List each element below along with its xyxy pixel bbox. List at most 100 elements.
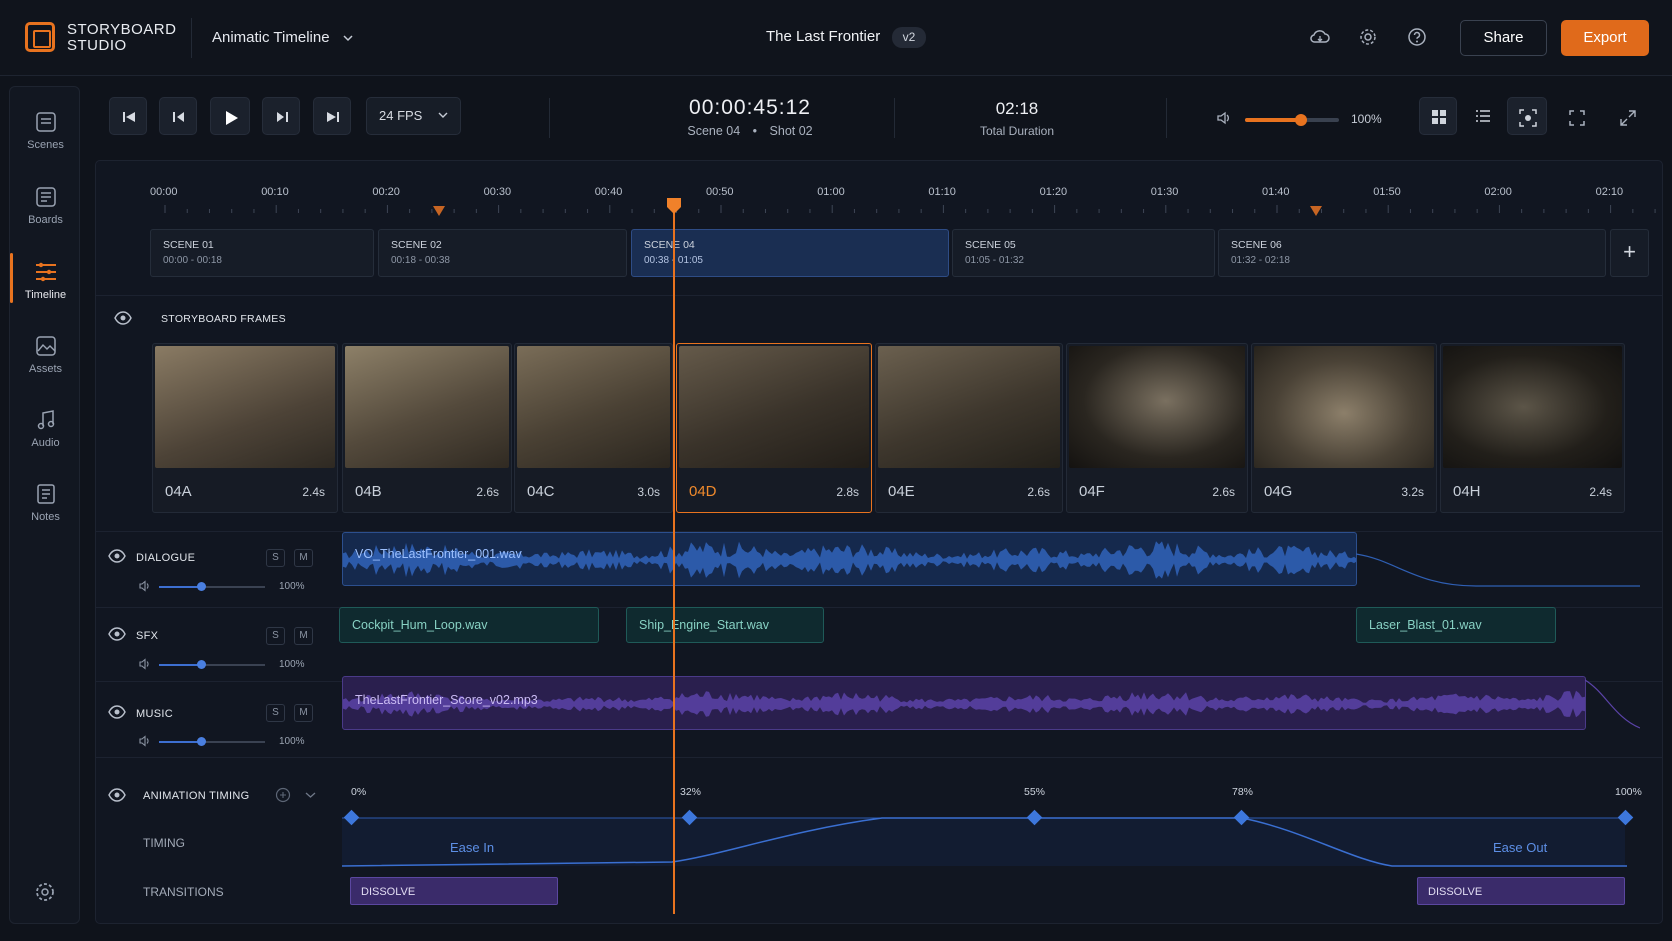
- fade-out-curve: [1585, 679, 1640, 729]
- sidebar-item-notes[interactable]: Notes: [10, 469, 81, 535]
- brand-logo: STORYBOARD STUDIO: [67, 22, 176, 54]
- scene-block[interactable]: SCENE 02 00:18 - 00:38: [378, 229, 627, 277]
- storyboard-frame-active[interactable]: 04D 2.8s: [676, 343, 872, 513]
- track-volume-slider[interactable]: [159, 660, 265, 669]
- frame-id: 04H: [1453, 483, 1481, 500]
- volume-icon[interactable]: [1216, 110, 1232, 126]
- track-volume-value: 100%: [279, 659, 305, 670]
- chevron-down-icon: [438, 112, 448, 118]
- step-forward-button[interactable]: [262, 97, 300, 135]
- solo-button[interactable]: S: [266, 549, 285, 567]
- storyboard-frame[interactable]: 04A 2.4s: [152, 343, 338, 513]
- mute-button[interactable]: M: [294, 704, 313, 722]
- timing-curve[interactable]: [342, 800, 1642, 870]
- ruler-label: 02:10: [1595, 186, 1624, 198]
- volume-icon[interactable]: [139, 658, 152, 670]
- storyboard-frame[interactable]: 04G 3.2s: [1251, 343, 1437, 513]
- track-volume-slider[interactable]: [159, 582, 265, 591]
- share-button[interactable]: Share: [1460, 20, 1547, 56]
- track-volume-value: 100%: [279, 581, 305, 592]
- view-switcher[interactable]: Animatic Timeline: [212, 29, 354, 46]
- clip-name: Cockpit_Hum_Loop.wav: [352, 618, 488, 632]
- help-icon[interactable]: [1407, 27, 1427, 47]
- ruler-label: 00:40: [594, 186, 623, 198]
- divider: [96, 295, 1662, 296]
- grid-view-button[interactable]: [1419, 97, 1457, 135]
- track-name: MUSIC: [136, 708, 173, 720]
- master-volume-slider[interactable]: [1245, 114, 1339, 126]
- version-badge: v2: [892, 27, 926, 48]
- top-bar: STORYBOARD STUDIO Animatic Timeline The …: [0, 0, 1672, 76]
- export-button[interactable]: Export: [1561, 20, 1649, 56]
- list-view-button[interactable]: [1464, 97, 1502, 135]
- transition-block[interactable]: DISSOLVE: [1417, 877, 1625, 905]
- fps-value: 24 FPS: [379, 108, 423, 123]
- eye-icon[interactable]: [108, 705, 126, 719]
- solo-button[interactable]: S: [266, 704, 285, 722]
- skip-end-icon: [327, 112, 339, 122]
- ruler-label: 00:10: [261, 186, 289, 198]
- mute-button[interactable]: M: [294, 549, 313, 567]
- storyboard-frame[interactable]: 04E 2.6s: [875, 343, 1063, 513]
- animation-timing-title: ANIMATION TIMING: [143, 790, 250, 802]
- sidebar-item-timeline[interactable]: Timeline: [10, 247, 81, 313]
- marker-icon[interactable]: [1310, 206, 1322, 218]
- frame-duration: 2.4s: [302, 485, 325, 499]
- master-volume-knob[interactable]: [1295, 114, 1308, 126]
- music-clip[interactable]: TheLastFrontier_Score_v02.mp3: [342, 676, 1586, 730]
- track-volume-slider[interactable]: [159, 737, 265, 746]
- sidebar-item-scenes[interactable]: Scenes: [10, 97, 81, 163]
- settings-gear-icon[interactable]: [34, 881, 56, 903]
- scene-block[interactable]: SCENE 01 00:00 - 00:18: [150, 229, 374, 277]
- frame-duration: 2.6s: [1027, 485, 1050, 499]
- fit-screen-icon[interactable]: [1569, 110, 1585, 126]
- sidebar-item-audio[interactable]: Audio: [10, 395, 81, 461]
- play-button[interactable]: [210, 97, 250, 135]
- expand-icon[interactable]: [1620, 110, 1636, 126]
- skip-to-end-button[interactable]: [313, 97, 351, 135]
- eye-icon[interactable]: [114, 311, 132, 325]
- fps-select[interactable]: 24 FPS: [366, 97, 461, 135]
- cloud-sync-icon[interactable]: [1309, 27, 1331, 47]
- eye-icon[interactable]: [108, 788, 126, 802]
- track-volume-fill: [159, 586, 202, 588]
- gear-icon[interactable]: [1358, 27, 1378, 47]
- assets-icon: [35, 336, 56, 356]
- storyboard-frame[interactable]: 04B 2.6s: [342, 343, 512, 513]
- storyboard-frame[interactable]: 04C 3.0s: [514, 343, 673, 513]
- add-scene-button[interactable]: +: [1610, 229, 1649, 277]
- step-forward-icon: [277, 112, 288, 122]
- add-keyframe-icon[interactable]: [275, 787, 291, 803]
- sfx-clip[interactable]: Ship_Engine_Start.wav: [626, 607, 824, 643]
- volume-icon[interactable]: [139, 580, 152, 592]
- sidebar-item-assets[interactable]: Assets: [10, 321, 81, 387]
- sfx-clip[interactable]: Cockpit_Hum_Loop.wav: [339, 607, 599, 643]
- clip-name: Laser_Blast_01.wav: [1369, 618, 1482, 632]
- focus-view-button[interactable]: [1507, 97, 1547, 135]
- volume-icon[interactable]: [139, 735, 152, 747]
- dialogue-clip[interactable]: VO_TheLastFrontier_001.wav: [342, 532, 1357, 586]
- chevron-down-icon[interactable]: [305, 790, 316, 800]
- scene-block[interactable]: SCENE 05 01:05 - 01:32: [952, 229, 1215, 277]
- frame-duration: 2.8s: [836, 485, 859, 499]
- playhead-line[interactable]: [673, 200, 675, 914]
- sfx-clip[interactable]: Laser_Blast_01.wav: [1356, 607, 1556, 643]
- frame-id: 04B: [355, 483, 382, 500]
- scene-block[interactable]: SCENE 06 01:32 - 02:18: [1218, 229, 1606, 277]
- mute-button[interactable]: M: [294, 627, 313, 645]
- playhead-handle-icon[interactable]: [667, 198, 681, 214]
- play-icon: [226, 111, 238, 125]
- solo-button[interactable]: S: [266, 627, 285, 645]
- scene-block-active[interactable]: SCENE 04 00:38 - 01:05: [631, 229, 949, 277]
- step-back-button[interactable]: [159, 97, 197, 135]
- marker-icon[interactable]: [433, 206, 445, 218]
- ruler-label: 00:00: [150, 186, 178, 198]
- step-back-icon: [173, 112, 184, 122]
- storyboard-frame[interactable]: 04F 2.6s: [1066, 343, 1248, 513]
- transition-block[interactable]: DISSOLVE: [350, 877, 558, 905]
- eye-icon[interactable]: [108, 627, 126, 641]
- sidebar-item-boards[interactable]: Boards: [10, 172, 81, 238]
- eye-icon[interactable]: [108, 549, 126, 563]
- storyboard-frame[interactable]: 04H 2.4s: [1440, 343, 1625, 513]
- skip-to-start-button[interactable]: [109, 97, 147, 135]
